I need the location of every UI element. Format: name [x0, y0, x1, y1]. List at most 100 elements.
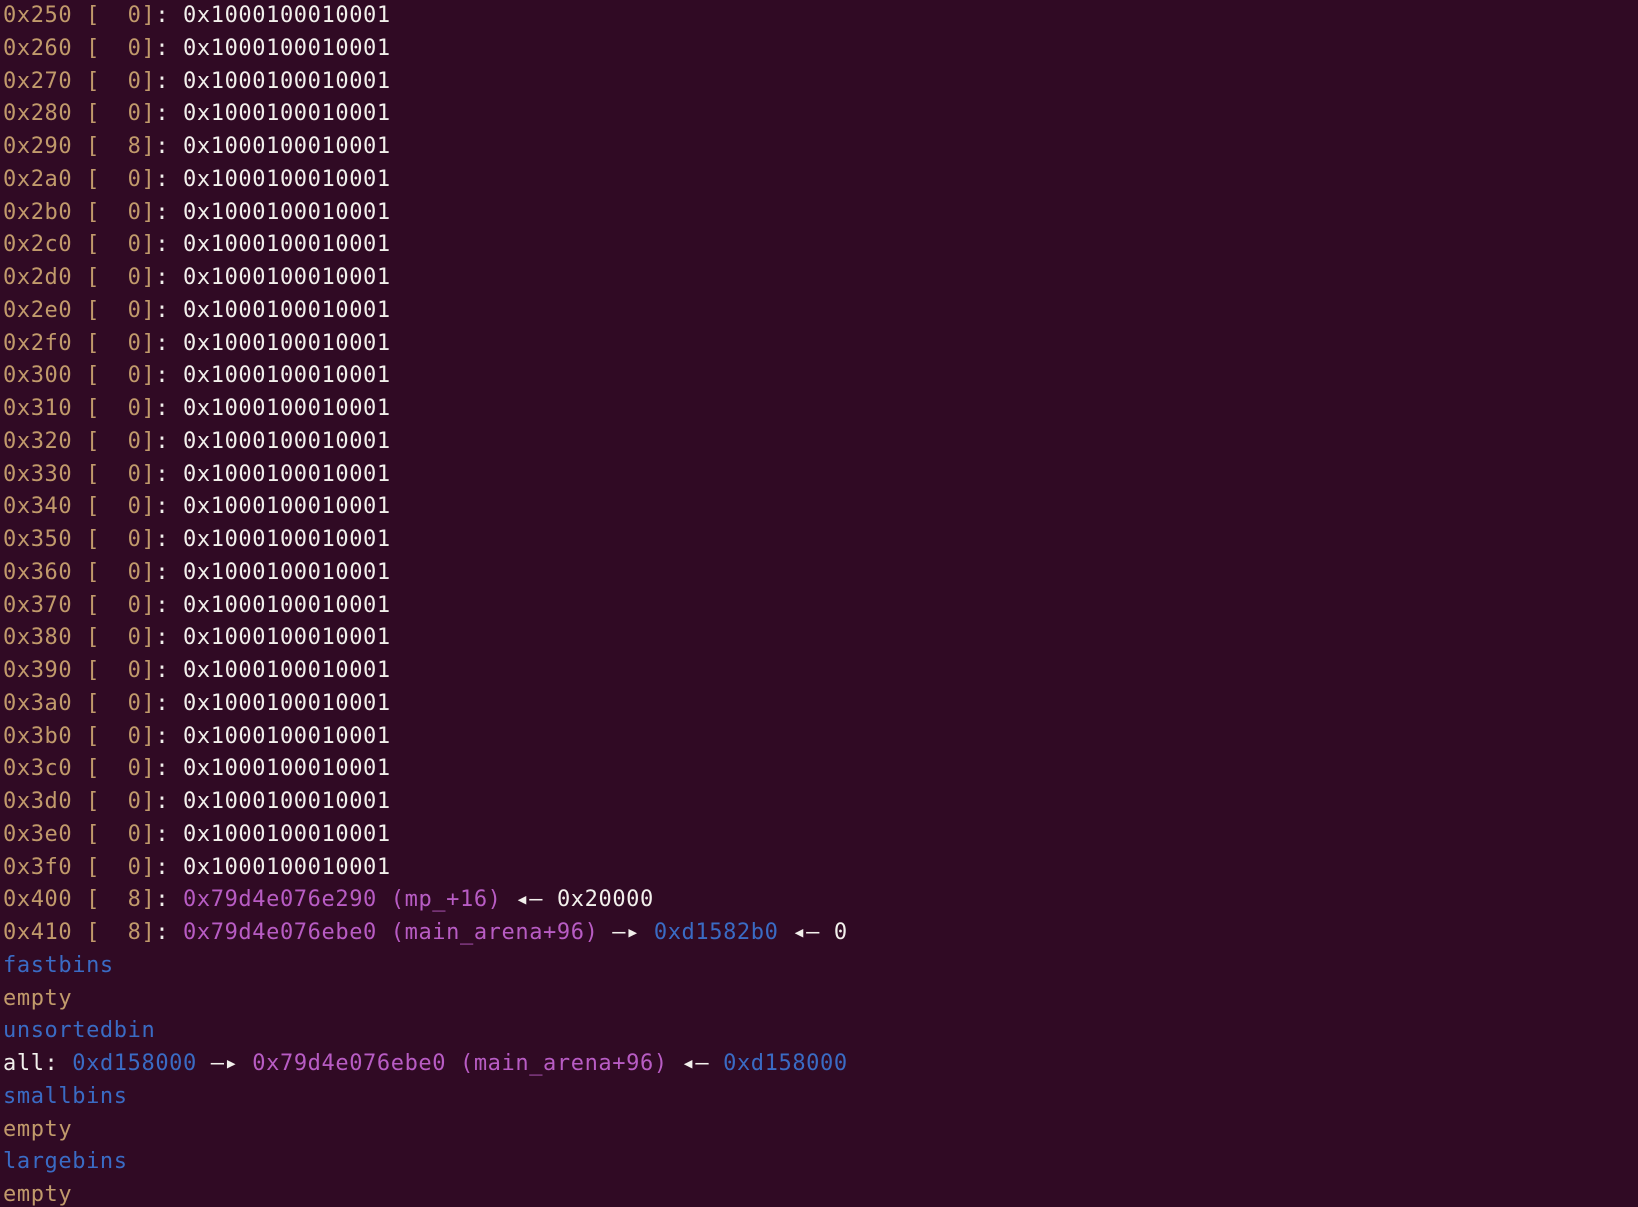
- bin-count: 0: [127, 68, 142, 94]
- bin-value: 0x1000100010001: [183, 166, 391, 192]
- bin-count: 0: [127, 527, 142, 552]
- bin-value: 0x1000100010001: [183, 723, 391, 749]
- back-arrow-icon: ◂—: [792, 920, 821, 945]
- bin-label: all:: [3, 1051, 59, 1076]
- tcache-entry-row: 0x360 [ 0]: 0x1000100010001: [3, 559, 391, 585]
- pointer-target: 0x20000: [556, 887, 654, 913]
- bin-value: 0x1000100010001: [183, 428, 391, 454]
- terminal-output[interactable]: 0x250 [ 0]: 0x1000100010001 0x260 [ 0]: 0…: [0, 0, 1638, 1207]
- tcache-entry-row: 0x260 [ 0]: 0x1000100010001: [3, 35, 391, 61]
- bin-count: 0: [127, 723, 142, 749]
- bin-size: 0x350: [3, 527, 73, 552]
- bin-count: 8: [127, 134, 142, 159]
- bin-size: 0x380: [3, 625, 73, 651]
- bin-count: 8: [127, 920, 142, 945]
- bin-size: 0x3c0: [3, 756, 73, 782]
- tcache-entry-row: 0x320 [ 0]: 0x1000100010001: [3, 428, 391, 454]
- bin-count: 0: [127, 297, 142, 323]
- tcache-entry-row: 0x2e0 [ 0]: 0x1000100010001: [3, 297, 391, 323]
- bin-size: 0x2d0: [3, 265, 73, 290]
- bin-size: 0x400: [3, 887, 73, 913]
- bin-count: 0: [127, 461, 142, 487]
- bin-size: 0x340: [3, 494, 73, 520]
- bin-count: 0: [127, 592, 142, 618]
- fastbins-header: fastbins: [3, 952, 114, 978]
- pointer-symbol: (main_arena+96): [459, 1051, 668, 1076]
- bin-size: 0x2e0: [3, 297, 73, 323]
- bin-size: 0x260: [3, 35, 73, 61]
- bin-size: 0x370: [3, 592, 73, 618]
- forward-arrow-icon: —▸: [612, 920, 640, 945]
- largebins-status: empty: [3, 1182, 73, 1207]
- pointer-symbol: (main_arena+96): [390, 920, 599, 945]
- tcache-entry-row: 0x2a0 [ 0]: 0x1000100010001: [3, 166, 391, 192]
- bin-value: 0x1000100010001: [183, 625, 391, 651]
- bin-count: 0: [127, 35, 142, 61]
- tcache-entry-row: 0x280 [ 0]: 0x1000100010001: [3, 101, 391, 127]
- bin-count: 0: [127, 166, 142, 192]
- bin-count: 0: [127, 3, 142, 28]
- bin-size: 0x290: [3, 134, 73, 159]
- back-arrow-icon: ◂—: [681, 1051, 710, 1076]
- bin-size: 0x3b0: [3, 723, 73, 749]
- tcache-entry-row: 0x2d0 [ 0]: 0x1000100010001: [3, 265, 391, 290]
- bin-count: 8: [127, 887, 142, 913]
- bin-value: 0x1000100010001: [183, 297, 391, 323]
- tcache-entry-row: 0x340 [ 0]: 0x1000100010001: [3, 494, 391, 520]
- bin-count: 0: [127, 330, 142, 356]
- bin-size: 0x300: [3, 363, 73, 389]
- pointer-target: 0: [833, 920, 848, 945]
- bin-count: 0: [127, 658, 142, 683]
- tcache-entry-row: 0x2b0 [ 0]: 0x1000100010001: [3, 199, 391, 225]
- bin-size: 0x2f0: [3, 330, 73, 356]
- tcache-bin-list: 0x250 [ 0]: 0x1000100010001 0x260 [ 0]: 0…: [3, 0, 1638, 884]
- bin-value: 0x1000100010001: [183, 821, 391, 847]
- tcache-entry-row: 0x3f0 [ 0]: 0x1000100010001: [3, 854, 391, 880]
- fastbins-status: empty: [3, 985, 73, 1011]
- bin-value: 0x1000100010001: [183, 461, 391, 487]
- tcache-chain-line: 0x410 [ 8]: 0x79d4e076ebe0 (main_arena+9…: [3, 920, 848, 945]
- bin-count: 0: [127, 494, 142, 520]
- unsortedbin-chain-line: all: 0xd158000 —▸ 0x79d4e076ebe0 (main_a…: [3, 1048, 1638, 1081]
- bin-size: 0x2c0: [3, 232, 73, 258]
- bin-value: 0x1000100010001: [183, 690, 391, 716]
- bin-count: 0: [127, 232, 142, 258]
- tcache-entry-row: 0x390 [ 0]: 0x1000100010001: [3, 658, 391, 683]
- tcache-entry-row: 0x290 [ 8]: 0x1000100010001: [3, 134, 391, 159]
- bin-size: 0x270: [3, 68, 73, 94]
- bin-value: 0x1000100010001: [183, 101, 391, 127]
- bin-value: 0x1000100010001: [183, 3, 391, 28]
- tcache-entry-row: 0x2f0 [ 0]: 0x1000100010001: [3, 330, 391, 356]
- bin-size: 0x320: [3, 428, 73, 454]
- bin-value: 0x1000100010001: [183, 232, 391, 258]
- heap-address: 0xd1582b0: [653, 920, 779, 945]
- bin-value: 0x1000100010001: [183, 756, 391, 782]
- tcache-entry-row: 0x2c0 [ 0]: 0x1000100010001: [3, 232, 391, 258]
- tcache-chain-line: 0x400 [ 8]: 0x79d4e076e290 (mp_+16) ◂— 0…: [3, 887, 654, 913]
- tcache-entry-row: 0x350 [ 0]: 0x1000100010001: [3, 527, 391, 552]
- smallbins-header: smallbins: [3, 1083, 128, 1109]
- pointer-address: 0x79d4e076e290: [183, 887, 377, 913]
- bin-count: 0: [127, 396, 142, 421]
- tcache-entry-row: 0x270 [ 0]: 0x1000100010001: [3, 68, 391, 94]
- bin-count: 0: [127, 690, 142, 716]
- bin-size: 0x2a0: [3, 166, 73, 192]
- bin-value: 0x1000100010001: [183, 592, 391, 618]
- bin-size: 0x250: [3, 3, 73, 28]
- bin-value: 0x1000100010001: [183, 68, 391, 94]
- bin-value: 0x1000100010001: [183, 494, 391, 520]
- tcache-entry-row: 0x310 [ 0]: 0x1000100010001: [3, 396, 391, 421]
- pointer-symbol: (mp_+16): [390, 887, 502, 913]
- tcache-entry-row: 0x250 [ 0]: 0x1000100010001: [3, 3, 391, 28]
- bin-size: 0x360: [3, 559, 73, 585]
- bin-count: 0: [127, 854, 142, 880]
- bin-value: 0x1000100010001: [183, 854, 391, 880]
- bin-count: 0: [127, 101, 142, 127]
- bin-size: 0x2b0: [3, 199, 73, 225]
- tcache-entry-row: 0x3a0 [ 0]: 0x1000100010001: [3, 690, 391, 716]
- bin-count: 0: [127, 363, 142, 389]
- tcache-entry-row: 0x380 [ 0]: 0x1000100010001: [3, 625, 391, 651]
- tcache-entry-row: 0x3b0 [ 0]: 0x1000100010001: [3, 723, 391, 749]
- bin-value: 0x1000100010001: [183, 134, 391, 159]
- bin-size: 0x3a0: [3, 690, 73, 716]
